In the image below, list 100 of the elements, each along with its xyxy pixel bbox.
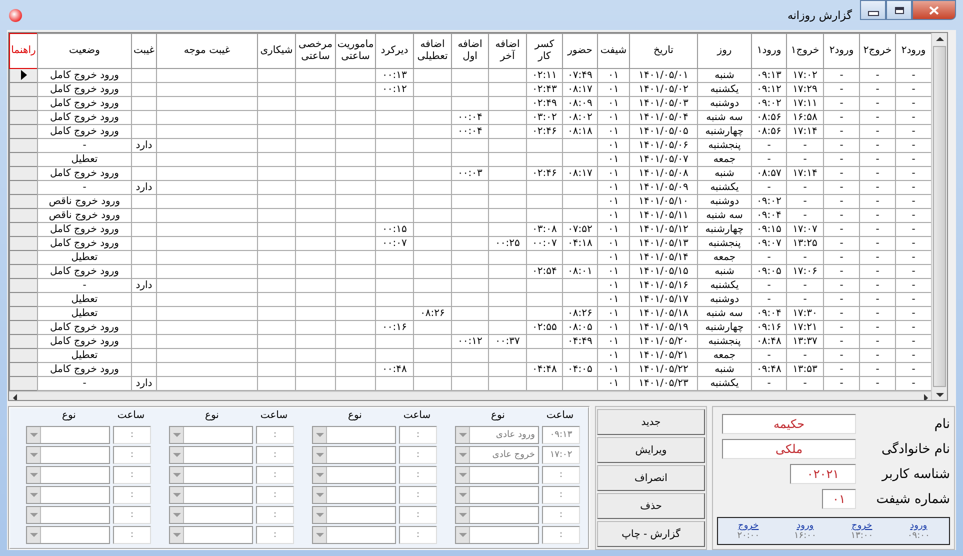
time-field[interactable]: :	[399, 466, 437, 484]
table-cell: ۰۷:۵۲	[562, 222, 598, 236]
time-field[interactable]: :	[113, 426, 151, 444]
time-field[interactable]: :	[542, 466, 580, 484]
input-field[interactable]: ۰۱	[822, 489, 856, 509]
time-field[interactable]: ۰۹:۱۳	[542, 426, 580, 444]
minimize-button[interactable]	[860, 0, 886, 20]
time-field[interactable]: :	[113, 486, 151, 504]
column-header[interactable]: اضافه تعطیلی	[414, 34, 452, 68]
column-header[interactable]: کسر کار	[526, 34, 562, 68]
type-dropdown[interactable]	[455, 506, 539, 524]
column-header[interactable]: غیبت موجه	[156, 34, 258, 68]
table-cell: -	[824, 222, 860, 236]
column-header[interactable]: ورود۲	[824, 34, 860, 68]
table-cell: ۰۹:۰۲	[752, 194, 786, 208]
type-dropdown[interactable]	[312, 426, 396, 444]
column-header[interactable]: اضافه آخر	[488, 34, 526, 68]
table-cell: -	[824, 96, 860, 110]
column-header[interactable]: غیبت	[132, 34, 156, 68]
row-selector[interactable]	[10, 68, 38, 82]
type-dropdown[interactable]	[26, 446, 110, 464]
time-field[interactable]: :	[113, 466, 151, 484]
type-dropdown[interactable]	[26, 426, 110, 444]
type-dropdown[interactable]	[169, 426, 253, 444]
time-field[interactable]: :	[256, 506, 294, 524]
type-dropdown[interactable]	[26, 506, 110, 524]
type-dropdown[interactable]	[455, 466, 539, 484]
time-field[interactable]: :	[113, 506, 151, 524]
time-field[interactable]: :	[256, 466, 294, 484]
table-cell: ۰۰:۱۳	[376, 68, 414, 82]
type-dropdown[interactable]	[169, 526, 253, 544]
shift-link[interactable]: خروج	[738, 521, 759, 531]
column-header[interactable]: ورود۲	[896, 34, 932, 68]
input-field[interactable]: ملکی	[722, 439, 856, 459]
time-field[interactable]: :	[256, 526, 294, 544]
column-header[interactable]: مرخصی ساعتی	[296, 34, 336, 68]
column-header[interactable]: راهنما	[10, 34, 38, 68]
table-cell: ۱۷:۰۶	[786, 264, 824, 278]
type-dropdown[interactable]	[312, 486, 396, 504]
column-header[interactable]: تاریخ	[630, 34, 698, 68]
horizontal-scrollbar[interactable]	[9, 391, 932, 400]
shift-link[interactable]: ورود	[910, 521, 928, 531]
action-button[interactable]: گزارش - چاپ	[597, 521, 705, 547]
type-dropdown[interactable]	[312, 506, 396, 524]
table-cell: ۰۱	[598, 138, 630, 152]
column-header[interactable]: حضور	[562, 34, 598, 68]
action-button[interactable]: انصراف	[597, 465, 705, 491]
column-header[interactable]: ماموریت ساعتی	[336, 34, 376, 68]
time-field[interactable]: :	[542, 506, 580, 524]
time-field[interactable]: :	[113, 446, 151, 464]
type-dropdown[interactable]	[26, 486, 110, 504]
time-field[interactable]: :	[113, 526, 151, 544]
column-header[interactable]: وضعیت	[38, 34, 132, 68]
type-dropdown[interactable]	[169, 506, 253, 524]
table-cell: ۰۴:۰۵	[562, 362, 598, 376]
time-field[interactable]: :	[542, 526, 580, 544]
time-field[interactable]: :	[399, 486, 437, 504]
column-header[interactable]: شیفت	[598, 34, 630, 68]
type-dropdown[interactable]	[26, 466, 110, 484]
maximize-button[interactable]	[886, 0, 912, 20]
table-cell: دارد	[132, 138, 156, 152]
type-dropdown[interactable]	[312, 526, 396, 544]
type-dropdown[interactable]	[455, 526, 539, 544]
table-cell: -	[824, 194, 860, 208]
shift-link[interactable]: ورود	[796, 521, 814, 531]
column-header[interactable]: اضافه اول	[452, 34, 488, 68]
time-field[interactable]: :	[399, 526, 437, 544]
column-header[interactable]: خروج۱	[786, 34, 824, 68]
type-dropdown[interactable]	[455, 486, 539, 504]
type-dropdown[interactable]	[169, 446, 253, 464]
time-field[interactable]: :	[256, 426, 294, 444]
close-button[interactable]	[912, 0, 956, 20]
action-button[interactable]: ویرایش	[597, 437, 705, 463]
time-field[interactable]: :	[256, 486, 294, 504]
type-dropdown[interactable]: ورود عادی	[455, 426, 539, 444]
time-field[interactable]: :	[399, 446, 437, 464]
time-field[interactable]: ۱۷:۰۲	[542, 446, 580, 464]
column-header[interactable]: دیرکرد	[376, 34, 414, 68]
type-dropdown[interactable]	[169, 486, 253, 504]
time-field[interactable]: :	[542, 486, 580, 504]
input-field[interactable]: حکیمه	[722, 414, 856, 434]
time-field[interactable]: :	[399, 506, 437, 524]
input-field[interactable]: ۰۲۰۲۱	[790, 464, 856, 484]
type-dropdown[interactable]	[312, 446, 396, 464]
action-button[interactable]: جدید	[597, 409, 705, 435]
scroll-thumb[interactable]	[933, 46, 946, 387]
column-header[interactable]: ورود۱	[752, 34, 786, 68]
shift-link[interactable]: خروج	[852, 521, 872, 531]
column-header[interactable]: خروج۲	[860, 34, 896, 68]
column-header[interactable]: شیکاری	[258, 34, 296, 68]
type-dropdown[interactable]: خروج عادی	[455, 446, 539, 464]
type-dropdown[interactable]	[312, 466, 396, 484]
table-cell: ۱۷:۲۹	[786, 82, 824, 96]
type-dropdown[interactable]	[26, 526, 110, 544]
action-button[interactable]: حذف	[597, 493, 705, 519]
column-header[interactable]: روز	[698, 34, 752, 68]
time-field[interactable]: :	[256, 446, 294, 464]
type-dropdown[interactable]	[169, 466, 253, 484]
time-field[interactable]: :	[399, 426, 437, 444]
vertical-scrollbar[interactable]	[931, 33, 947, 400]
